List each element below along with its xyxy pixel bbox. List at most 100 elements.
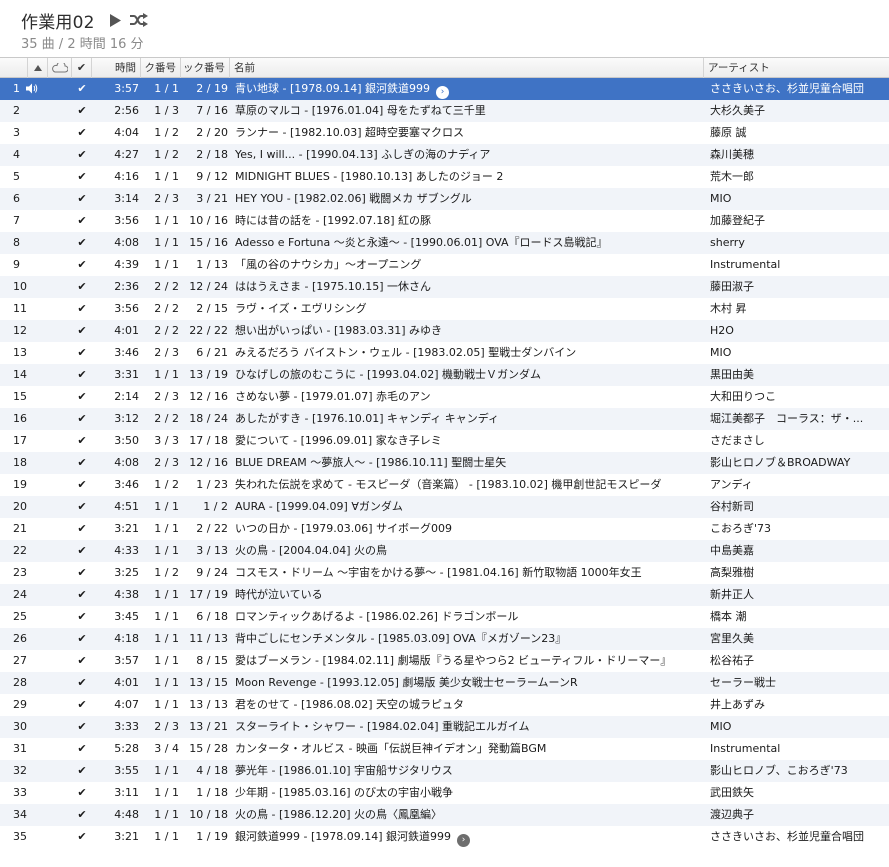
include-checkbox[interactable]: ✔ bbox=[72, 540, 92, 562]
table-row[interactable]: 10 ✔ 2:36 2 / 2 12 / 24 ははうえさま - [1975.10.15]… bbox=[0, 276, 889, 298]
include-checkbox[interactable]: ✔ bbox=[72, 518, 92, 540]
title-row: 作業用02 bbox=[21, 9, 149, 33]
include-checkbox[interactable]: ✔ bbox=[72, 100, 92, 122]
track-number: 14 bbox=[13, 368, 27, 381]
table-row[interactable]: 28 ✔ 4:01 1 / 1 13 / 15 Moon Revenge - [1993.… bbox=[0, 672, 889, 694]
table-row[interactable]: 16 ✔ 3:12 2 / 2 18 / 24 あしたがすき - [1976.10.01]… bbox=[0, 408, 889, 430]
table-row[interactable]: 24 ✔ 4:38 1 / 1 17 / 19 時代が泣いている 新井正人 bbox=[0, 584, 889, 606]
track-name-cell: AURA - [1999.04.09] ∀ガンダム bbox=[235, 496, 703, 518]
include-checkbox[interactable]: ✔ bbox=[72, 386, 92, 408]
table-row[interactable]: 3 ✔ 4:04 1 / 2 2 / 20 ランナー - [1982.10.03] 超時空… bbox=[0, 122, 889, 144]
include-checkbox[interactable]: ✔ bbox=[72, 760, 92, 782]
table-row[interactable]: 11 ✔ 3:56 2 / 2 2 / 15 ラヴ・イズ・エヴリシング 木村 昇 bbox=[0, 298, 889, 320]
track-artist: 武田鉄矢 bbox=[710, 786, 754, 799]
table-row[interactable]: 6 ✔ 3:14 2 / 3 3 / 21 HEY YOU - [1982.02.06] … bbox=[0, 188, 889, 210]
include-checkbox[interactable]: ✔ bbox=[72, 188, 92, 210]
table-row[interactable]: 4 ✔ 4:27 1 / 2 2 / 18 Yes, I will... - [1990.… bbox=[0, 144, 889, 166]
table-row[interactable]: 15 ✔ 2:14 2 / 3 12 / 16 さめない夢 - [1979.01.07] … bbox=[0, 386, 889, 408]
table-row[interactable]: 12 ✔ 4:01 2 / 2 22 / 22 想い出がいっぱい - [1983.03.3… bbox=[0, 320, 889, 342]
table-row[interactable]: 30 ✔ 3:33 2 / 3 13 / 21 スターライト・シャワー - [1984.0… bbox=[0, 716, 889, 738]
table-row[interactable]: 27 ✔ 3:57 1 / 1 8 / 15 愛はブーメラン - [1984.02.11]… bbox=[0, 650, 889, 672]
table-row[interactable]: 31 ✔ 5:28 3 / 4 15 / 28 カンタータ・オルビス - 映画「伝説巨神イ… bbox=[0, 738, 889, 760]
table-row[interactable]: 8 ✔ 4:08 1 / 1 15 / 16 Adesso e Fortuna ～炎と永遠… bbox=[0, 232, 889, 254]
table-row[interactable]: 20 ✔ 4:51 1 / 1 1 / 2 AURA - [1999.04.09] ∀ガン… bbox=[0, 496, 889, 518]
include-checkbox[interactable]: ✔ bbox=[72, 738, 92, 760]
table-row[interactable]: 32 ✔ 3:55 1 / 1 4 / 18 夢光年 - [1986.01.10] 宇宙船… bbox=[0, 760, 889, 782]
column-header-track[interactable]: ック番号 bbox=[181, 58, 230, 78]
include-checkbox[interactable]: ✔ bbox=[72, 474, 92, 496]
include-checkbox[interactable]: ✔ bbox=[72, 650, 92, 672]
shuffle-icon[interactable] bbox=[129, 12, 149, 28]
table-row[interactable]: 14 ✔ 3:31 1 / 1 13 / 19 ひなげしの旅のむこうに - [1993.0… bbox=[0, 364, 889, 386]
include-checkbox[interactable]: ✔ bbox=[72, 584, 92, 606]
table-row[interactable]: 2 ✔ 2:56 1 / 3 7 / 16 草原のマルコ - [1976.01.04] 母… bbox=[0, 100, 889, 122]
icloud-status-icon[interactable] bbox=[48, 58, 72, 78]
table-row[interactable]: 5 ✔ 4:16 1 / 1 9 / 12 MIDNIGHT BLUES - [1980.… bbox=[0, 166, 889, 188]
table-row[interactable]: 22 ✔ 4:33 1 / 1 3 / 13 火の鳥 - [2004.04.04] 火の鳥… bbox=[0, 540, 889, 562]
include-checkbox[interactable]: ✔ bbox=[72, 364, 92, 386]
column-header-name[interactable]: 名前 bbox=[230, 58, 704, 78]
include-checkbox[interactable]: ✔ bbox=[72, 628, 92, 650]
sort-ascending-icon[interactable] bbox=[28, 58, 48, 78]
go-arrow-icon[interactable]: › bbox=[457, 834, 471, 847]
table-row[interactable]: 7 ✔ 3:56 1 / 1 10 / 16 時には昔の話を - [1992.07.18]… bbox=[0, 210, 889, 232]
include-checkbox[interactable]: ✔ bbox=[72, 562, 92, 584]
checkbox-column-header[interactable]: ✔ bbox=[72, 58, 92, 78]
include-checkbox[interactable]: ✔ bbox=[72, 122, 92, 144]
include-checkbox[interactable]: ✔ bbox=[72, 78, 92, 100]
table-row[interactable]: 33 ✔ 3:11 1 / 1 1 / 18 少年期 - [1985.03.16] のび太… bbox=[0, 782, 889, 804]
column-header-number[interactable] bbox=[0, 58, 28, 78]
include-checkbox[interactable]: ✔ bbox=[72, 166, 92, 188]
track-name: Yes, I will... - [1990.04.13] ふしぎの海のナディア bbox=[235, 148, 491, 161]
include-checkbox[interactable]: ✔ bbox=[72, 254, 92, 276]
include-checkbox[interactable]: ✔ bbox=[72, 694, 92, 716]
include-checkbox[interactable]: ✔ bbox=[72, 496, 92, 518]
include-checkbox[interactable]: ✔ bbox=[72, 342, 92, 364]
table-row[interactable]: 13 ✔ 3:46 2 / 3 6 / 21 みえるだろう バイストン・ウェル - [19… bbox=[0, 342, 889, 364]
track-name-cell: Adesso e Fortuna ～炎と永遠～ - [1990.06.01] O… bbox=[235, 232, 703, 254]
table-row[interactable]: 23 ✔ 3:25 1 / 2 9 / 24 コスモス・ドリーム ～宇宙をかける夢～ - … bbox=[0, 562, 889, 584]
include-checkbox[interactable]: ✔ bbox=[72, 430, 92, 452]
track-count: 2 / 20 bbox=[196, 126, 228, 139]
table-row[interactable]: 19 ✔ 3:46 1 / 2 1 / 23 失われた伝説を求めて - モスピーダ（音楽篇… bbox=[0, 474, 889, 496]
track-count: 9 / 24 bbox=[196, 566, 228, 579]
table-row[interactable]: 17 ✔ 3:50 3 / 3 17 / 18 愛について - [1996.09.01] … bbox=[0, 430, 889, 452]
include-checkbox[interactable]: ✔ bbox=[72, 298, 92, 320]
include-checkbox[interactable]: ✔ bbox=[72, 804, 92, 826]
track-name: Adesso e Fortuna ～炎と永遠～ - [1990.06.01] O… bbox=[235, 236, 608, 249]
track-artist: 荒木一郎 bbox=[710, 170, 754, 183]
table-row[interactable]: 26 ✔ 4:18 1 / 1 11 / 13 背中ごしにセンチメンタル - [1985.… bbox=[0, 628, 889, 650]
include-checkbox[interactable]: ✔ bbox=[72, 452, 92, 474]
table-row[interactable]: 21 ✔ 3:21 1 / 1 2 / 22 いつの日か - [1979.03.06] サ… bbox=[0, 518, 889, 540]
go-arrow-icon[interactable]: › bbox=[436, 86, 450, 99]
include-checkbox[interactable]: ✔ bbox=[72, 276, 92, 298]
table-row[interactable]: 35 ✔ 3:21 1 / 1 1 / 19 銀河鉄道999 - [1978.09.14]… bbox=[0, 826, 889, 848]
include-checkbox[interactable]: ✔ bbox=[72, 320, 92, 342]
track-artist: 橋本 潮 bbox=[710, 610, 747, 623]
include-checkbox[interactable]: ✔ bbox=[72, 716, 92, 738]
track-time: 4:08 bbox=[114, 456, 139, 469]
include-checkbox[interactable]: ✔ bbox=[72, 210, 92, 232]
table-row[interactable]: 18 ✔ 4:08 2 / 3 12 / 16 BLUE DREAM ～夢旅人～ - [1… bbox=[0, 452, 889, 474]
column-header-disc[interactable]: ク番号 bbox=[141, 58, 181, 78]
track-name-cell: 背中ごしにセンチメンタル - [1985.03.09] OVA『メガゾーン23』 bbox=[235, 628, 703, 650]
include-checkbox[interactable]: ✔ bbox=[72, 606, 92, 628]
include-checkbox[interactable]: ✔ bbox=[72, 672, 92, 694]
track-list: 1 ✔ 3:57 1 / 12 / 19 青い地球 - [1978.09.14] 銀河鉄… bbox=[0, 78, 889, 848]
track-name-cell: MIDNIGHT BLUES - [1980.10.13] あしたのジョー 2 bbox=[235, 166, 703, 188]
include-checkbox[interactable]: ✔ bbox=[72, 408, 92, 430]
column-header-time[interactable]: 時間 bbox=[92, 58, 141, 78]
include-checkbox[interactable]: ✔ bbox=[72, 144, 92, 166]
include-checkbox[interactable]: ✔ bbox=[72, 826, 92, 848]
table-row[interactable]: 25 ✔ 3:45 1 / 1 6 / 18 ロマンティックあげるよ - [1986.02… bbox=[0, 606, 889, 628]
column-header-artist[interactable]: アーティスト bbox=[704, 58, 889, 78]
table-row[interactable]: 1 ✔ 3:57 1 / 12 / 19 青い地球 - [1978.09.14] 銀河鉄… bbox=[0, 78, 889, 100]
table-row[interactable]: 34 ✔ 4:48 1 / 1 10 / 18 火の鳥 - [1986.12.20] 火の… bbox=[0, 804, 889, 826]
track-name: 愛について - [1996.09.01] 家なき子レミ bbox=[235, 434, 442, 447]
track-artist: セーラー戦士 bbox=[710, 676, 776, 689]
table-row[interactable]: 29 ✔ 4:07 1 / 1 13 / 13 君をのせて - [1986.08.02] … bbox=[0, 694, 889, 716]
include-checkbox[interactable]: ✔ bbox=[72, 782, 92, 804]
include-checkbox[interactable]: ✔ bbox=[72, 232, 92, 254]
play-icon[interactable] bbox=[109, 12, 123, 28]
table-row[interactable]: 9 ✔ 4:39 1 / 1 1 / 13 「風の谷のナウシカ」～オープニング Instru… bbox=[0, 254, 889, 276]
